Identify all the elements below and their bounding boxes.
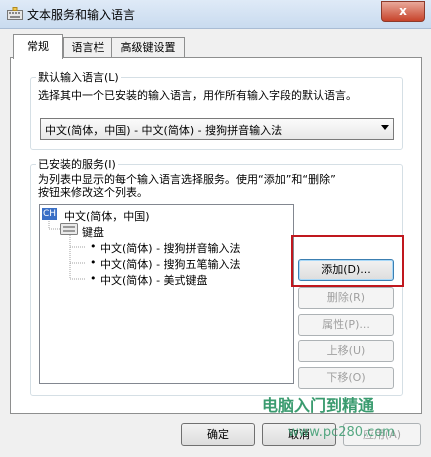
tab-advanced-keys-label: 高级键设置 [120,41,176,54]
move-down-button-label: 下移(O) [326,371,366,384]
default-language-select[interactable]: 中文(简体，中国) - 中文(简体) - 搜狗拼音输入法 [40,118,394,140]
remove-button-label: 删除(R) [326,291,366,304]
installed-services-group-title: 已安装的服务(I) [36,156,118,172]
installed-services-description-2: 按钮来修改这个列表。 [38,186,148,199]
keyboard-icon [60,223,78,235]
default-language-group-title: 默认输入语言(L) [36,69,121,85]
tree-item-bullet: • [90,256,97,269]
ok-button-label: 确定 [207,428,229,441]
watermark-url: www.pc280.com [288,425,395,440]
ok-button[interactable]: 确定 [181,423,255,446]
language-badge: CH [42,208,58,220]
title-bar: 文本服务和输入语言 x [0,0,431,29]
tab-general[interactable]: 常规 [13,34,63,59]
tab-language-bar-label: 语言栏 [71,41,105,54]
default-language-selected: 中文(简体，中国) - 中文(简体) - 搜狗拼音输入法 [45,124,283,137]
move-up-button[interactable]: 上移(U) [298,340,394,362]
tree-item-bullet: • [90,240,97,253]
tree-item-us-keyboard[interactable]: 中文(简体) - 美式键盘 [100,272,208,288]
services-tree[interactable]: CH 中文(简体，中国) 键盘 • 中文(简体) - 搜狗拼音输入法 • 中文(… [39,204,294,384]
default-language-description: 选择其中一个已安装的输入语言，用作所有输入字段的默认语言。 [38,89,357,102]
keyboard-icon [7,7,23,20]
tree-item-sogou-pinyin[interactable]: 中文(简体) - 搜狗拼音输入法 [100,240,241,256]
tab-advanced-keys[interactable]: 高级键设置 [111,37,185,58]
remove-button[interactable]: 删除(R) [298,287,394,309]
close-button[interactable]: x [381,1,425,22]
window-title: 文本服务和输入语言 [27,8,136,22]
properties-button-label: 属性(P)... [322,318,370,331]
tree-language-label[interactable]: 中文(简体，中国) [64,208,150,224]
tree-keyboard-label[interactable]: 键盘 [82,224,104,240]
tree-item-sogou-wubi[interactable]: 中文(简体) - 搜狗五笔输入法 [100,256,241,272]
close-icon: x [399,4,407,18]
chevron-down-icon [381,125,389,130]
highlight-annotation [291,235,404,287]
watermark-title: 电脑入门到精通 [262,396,375,415]
move-down-button[interactable]: 下移(O) [298,367,394,389]
tree-item-bullet: • [90,272,97,285]
tab-language-bar[interactable]: 语言栏 [63,37,113,58]
tab-general-label: 常规 [27,40,49,53]
move-up-button-label: 上移(U) [326,344,366,357]
properties-button[interactable]: 属性(P)... [298,314,394,336]
